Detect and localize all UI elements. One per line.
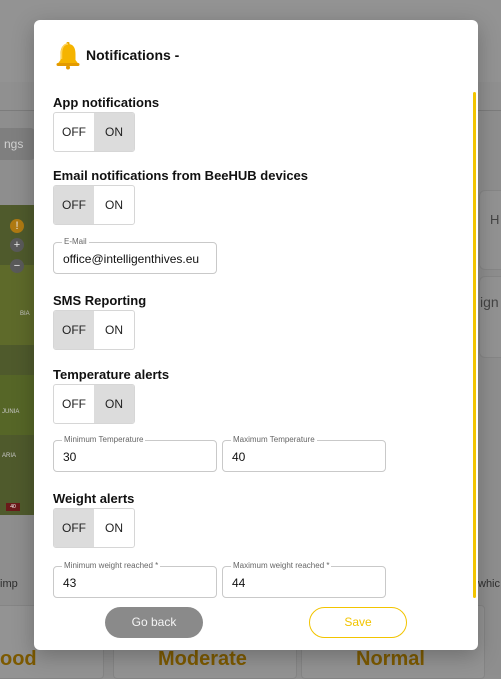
- minimum-temperature-field[interactable]: Minimum Temperature 30: [53, 435, 217, 472]
- email-field-label: E-Mail: [62, 237, 89, 246]
- maximum-weight-label: Maximum weight reached *: [231, 561, 332, 570]
- dialog-header: Notifications -: [53, 40, 179, 70]
- maximum-temperature-value: 40: [232, 450, 246, 464]
- scrollbar[interactable]: [473, 92, 476, 598]
- background-card: [479, 190, 501, 270]
- maximum-temperature-field[interactable]: Maximum Temperature 40: [222, 435, 386, 472]
- map-label: BIA: [20, 311, 30, 317]
- map-info-icon: !: [10, 219, 24, 233]
- background-rating-word: Moderate: [158, 648, 247, 670]
- app-notifications-on[interactable]: ON: [94, 113, 134, 151]
- minimum-weight-label: Minimum weight reached *: [62, 561, 161, 570]
- email-notifications-toggle: OFF ON: [53, 185, 135, 225]
- map-zoom-in-icon: +: [10, 238, 24, 252]
- map-zoom-out-icon: −: [10, 259, 24, 273]
- map-scale: 40: [6, 503, 20, 511]
- temperature-alerts-on[interactable]: ON: [94, 385, 134, 423]
- email-notifications-label: Email notifications from BeeHUB devices: [53, 168, 309, 183]
- email-notifications-on[interactable]: ON: [94, 186, 134, 224]
- temperature-alerts-toggle: OFF ON: [53, 384, 135, 424]
- save-button[interactable]: Save: [309, 607, 407, 638]
- map-label: ARIA: [2, 453, 17, 459]
- email-field-value: office@intelligenthives.eu: [63, 252, 200, 266]
- weight-alerts-toggle: OFF ON: [53, 508, 135, 548]
- sms-reporting-off[interactable]: OFF: [54, 311, 94, 349]
- temperature-alerts-label: Temperature alerts: [53, 367, 170, 382]
- background-map: ! + − BIA ЈUNIA ARIA 40: [0, 205, 34, 515]
- minimum-temperature-value: 30: [63, 450, 77, 464]
- app-notifications-toggle: OFF ON: [53, 112, 135, 152]
- background-rating-word: Normal: [356, 648, 425, 670]
- minimum-temperature-label: Minimum Temperature: [62, 435, 146, 444]
- background-card-text: ign: [480, 294, 499, 310]
- dialog-title: Notifications -: [86, 47, 180, 63]
- weight-alerts-label: Weight alerts: [53, 491, 135, 506]
- go-back-button[interactable]: Go back: [105, 607, 203, 638]
- map-label: ЈUNIA: [2, 409, 20, 415]
- background-rating-word: ood: [0, 648, 37, 670]
- background-text: whic: [478, 578, 501, 590]
- map-region: [0, 265, 34, 345]
- notifications-dialog: Notifications - App notifications OFF ON…: [34, 20, 478, 650]
- app-notifications-off[interactable]: OFF: [54, 113, 94, 151]
- email-notifications-off[interactable]: OFF: [54, 186, 94, 224]
- sms-reporting-toggle: OFF ON: [53, 310, 135, 350]
- email-field[interactable]: E-Mail office@intelligenthives.eu: [53, 237, 217, 274]
- background-tab: ngs: [0, 128, 36, 160]
- maximum-weight-field[interactable]: Maximum weight reached * 44: [222, 561, 386, 598]
- maximum-temperature-label: Maximum Temperature: [231, 435, 317, 444]
- background-card: [479, 276, 501, 358]
- weight-alerts-on[interactable]: ON: [94, 509, 134, 547]
- minimum-weight-field[interactable]: Minimum weight reached * 43: [53, 561, 217, 598]
- sms-reporting-label: SMS Reporting: [53, 293, 147, 308]
- weight-alerts-off[interactable]: OFF: [54, 509, 94, 547]
- background-card-text: H: [490, 212, 500, 227]
- maximum-weight-value: 44: [232, 576, 246, 590]
- sms-reporting-on[interactable]: ON: [94, 311, 134, 349]
- temperature-alerts-off[interactable]: OFF: [54, 385, 94, 423]
- bell-icon: [56, 42, 80, 70]
- app-notifications-label: App notifications: [53, 95, 160, 110]
- minimum-weight-value: 43: [63, 576, 77, 590]
- background-text: imp: [0, 578, 18, 590]
- map-region: [0, 375, 34, 435]
